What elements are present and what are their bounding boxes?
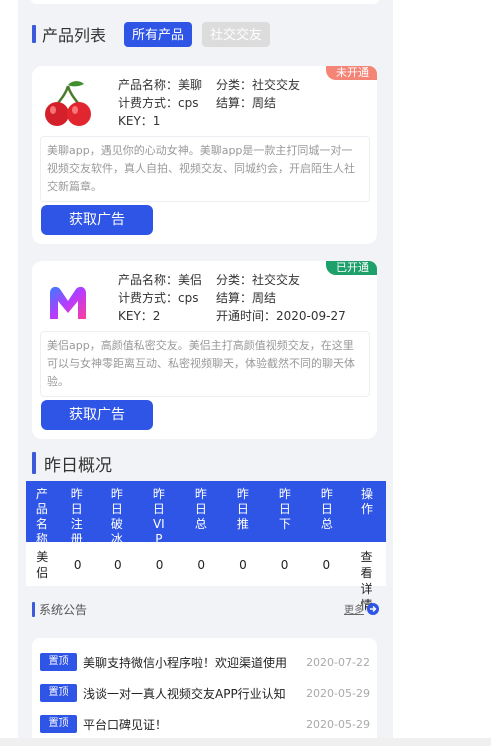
product-name: 产品名称：美聊 bbox=[118, 78, 203, 92]
notice-list: 置顶 美聊支持微信小程序啦！欢迎渠道使用 2020-07-22 置顶 浅谈一对一… bbox=[32, 638, 377, 740]
billing-method: 计费方式：cps bbox=[118, 291, 199, 305]
cell-total-2: 0 bbox=[322, 558, 331, 572]
product-card: 未开通 产品名称：美聊 分类：社交交友 计费方式：cps 结算：周结 KEY：1… bbox=[32, 66, 377, 244]
product-category: 分类：社交交友 bbox=[216, 78, 301, 92]
m-logo-icon bbox=[42, 277, 94, 329]
header-icebreak: 昨日破冰 bbox=[110, 487, 123, 542]
product-category: 分类：社交交友 bbox=[216, 273, 301, 287]
stats-header-row: 产品名称 昨日注册 昨日破冰 昨日VIP 昨日总 昨日推 昨日下 昨日总 操作 bbox=[26, 481, 386, 542]
notice-date: 2020-05-29 bbox=[306, 717, 370, 731]
list-item[interactable]: 置顶 平台口碑见证！ 2020-05-29 bbox=[40, 715, 370, 733]
filter-all-products[interactable]: 所有产品 bbox=[124, 21, 193, 47]
get-ad-button[interactable]: 获取广告 bbox=[41, 400, 153, 430]
settlement: 结算：周结 bbox=[216, 96, 277, 110]
list-item[interactable]: 置顶 浅谈一对一真人视频交友APP行业认知 2020-05-29 bbox=[40, 684, 370, 702]
status-badge: 已开通 bbox=[326, 261, 377, 275]
list-item[interactable]: 置顶 美聊支持微信小程序啦！欢迎渠道使用 2020-07-22 bbox=[40, 653, 370, 671]
section-title: 产品列表 bbox=[42, 26, 107, 45]
notice-date: 2020-05-29 bbox=[306, 686, 370, 700]
get-ad-button[interactable]: 获取广告 bbox=[41, 205, 153, 235]
open-time: 开通时间：2020-09-27 bbox=[216, 309, 346, 323]
status-badge: 未开通 bbox=[326, 66, 377, 80]
header-total: 昨日总 bbox=[194, 487, 207, 531]
header-promotion: 昨日推 bbox=[236, 487, 249, 531]
product-description: 美聊app，遇见你的心动女神。美聊app是一款主打同城一对一视频交友软件，真人自… bbox=[40, 136, 370, 202]
header-total-2: 昨日总 bbox=[320, 487, 333, 531]
notice-title: 平台口碑见证！ bbox=[83, 717, 168, 732]
page: 产品列表 所有产品 社交交友 未开通 产品名称：美聊 分类：社交交友 计费方式：… bbox=[18, 0, 393, 740]
header-action: 操作 bbox=[360, 487, 373, 516]
header-downloads: 昨日下 bbox=[278, 487, 291, 531]
cell-icebreak: 0 bbox=[114, 558, 122, 572]
cell-total: 0 bbox=[197, 558, 206, 572]
product-description: 美侣app，高颜值私密交友。美侣主打高颜值视频交友，在这里可以与女神零距离互动、… bbox=[40, 331, 370, 397]
header-product-name: 产品名称 bbox=[35, 487, 48, 542]
product-name: 产品名称：美侣 bbox=[118, 273, 203, 287]
cell-downloads: 0 bbox=[280, 558, 289, 572]
section-accent-bar bbox=[32, 25, 36, 43]
more-link[interactable]: 更多 bbox=[344, 601, 379, 616]
notice-title: 浅谈一对一真人视频交友APP行业认知 bbox=[83, 686, 286, 701]
billing-method: 计费方式：cps bbox=[118, 96, 199, 110]
header-registrations: 昨日注册 bbox=[70, 487, 83, 542]
arrow-right-circle-icon bbox=[367, 602, 379, 615]
product-info: 产品名称：美侣 分类：社交交友 计费方式：cps 结算：周结 KEY：2 开通时… bbox=[118, 271, 346, 325]
product-key: KEY：2 bbox=[118, 309, 161, 323]
pinned-tag: 置顶 bbox=[40, 653, 77, 671]
more-label: 更多 bbox=[344, 605, 364, 616]
cell-promotion: 0 bbox=[239, 558, 247, 572]
settlement: 结算：周结 bbox=[216, 291, 277, 305]
section-title: 系统公告 bbox=[39, 602, 88, 617]
filter-social[interactable]: 社交交友 bbox=[202, 21, 271, 47]
product-info: 产品名称：美聊 分类：社交交友 计费方式：cps 结算：周结 KEY：1 bbox=[118, 76, 314, 130]
yesterday-stats-table: 产品名称 昨日注册 昨日破冰 昨日VIP 昨日总 昨日推 昨日下 昨日总 操作 … bbox=[26, 481, 386, 612]
section-title: 昨日概况 bbox=[44, 455, 112, 476]
header-vip: 昨日VIP bbox=[152, 487, 165, 542]
product-list-header: 产品列表 所有产品 社交交友 bbox=[32, 21, 271, 47]
bottom-bar bbox=[0, 738, 491, 746]
yesterday-overview-header: 昨日概况 bbox=[32, 451, 112, 476]
product-card: 已开通 产品名称：美侣 分类：社交交友 计费方式：cps 结算：周结 KEY：2… bbox=[32, 261, 377, 439]
notice-header: 系统公告 bbox=[32, 600, 87, 618]
cell-vip: 0 bbox=[155, 558, 164, 572]
section-accent-bar bbox=[32, 452, 36, 474]
section-accent-bar bbox=[32, 601, 35, 617]
product-key: KEY：1 bbox=[118, 114, 161, 128]
pinned-tag: 置顶 bbox=[40, 684, 77, 702]
previous-card-edge bbox=[30, 0, 380, 4]
notice-date: 2020-07-22 bbox=[306, 655, 370, 669]
notice-title: 美聊支持微信小程序啦！欢迎渠道使用 bbox=[83, 655, 288, 670]
cherry-icon bbox=[42, 78, 94, 130]
pinned-tag: 置顶 bbox=[40, 715, 77, 733]
